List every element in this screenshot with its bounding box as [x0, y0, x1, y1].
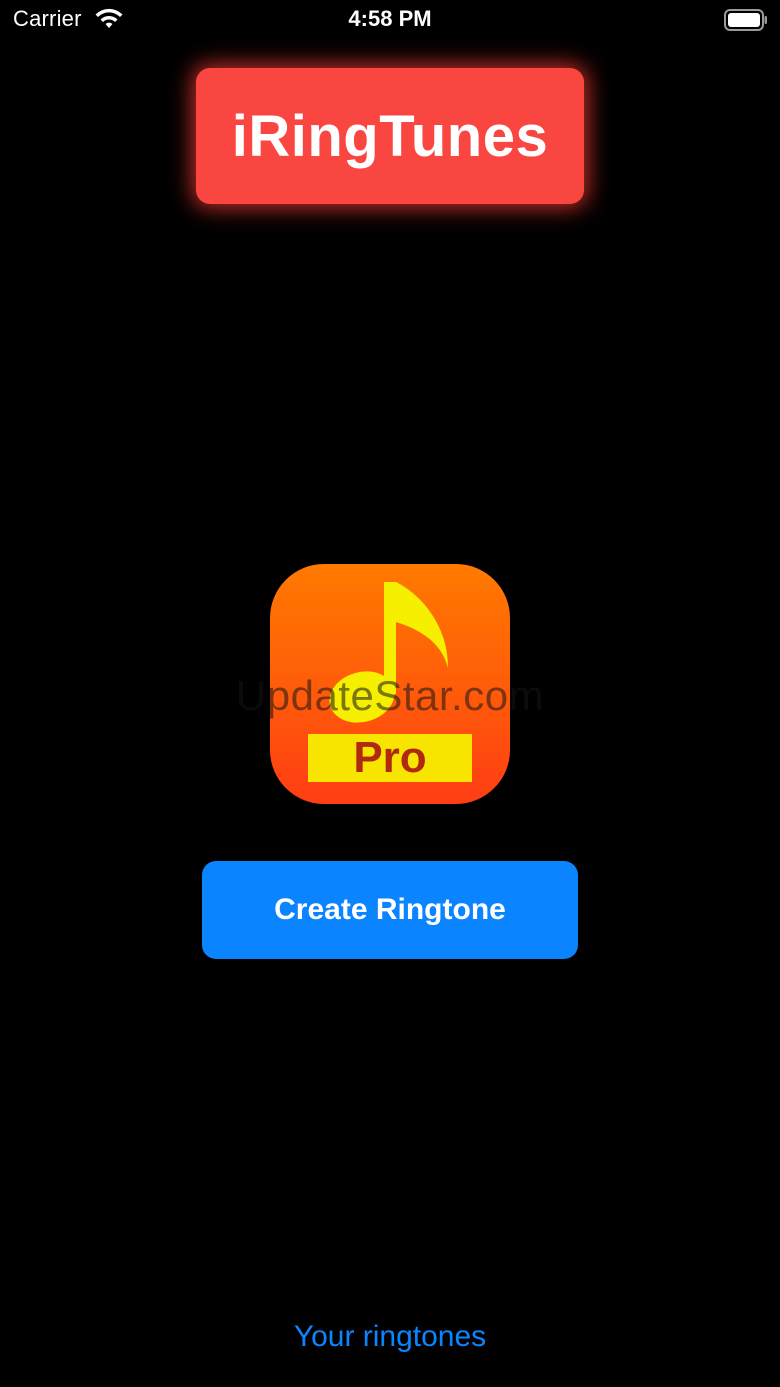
create-ringtone-label: Create Ringtone	[274, 893, 506, 926]
pro-plate: Pro	[308, 734, 472, 782]
battery-full-icon	[724, 9, 767, 31]
app-title-badge: iRingTunes	[196, 68, 584, 204]
app-title: iRingTunes	[231, 103, 549, 169]
status-time: 4:58 PM	[348, 6, 432, 31]
status-bar: Carrier 4:58 PM	[0, 0, 780, 40]
pro-label: Pro	[353, 733, 427, 782]
watermark: UpdateStar.com	[235, 672, 545, 719]
your-ringtones-link[interactable]: Your ringtones	[0, 1320, 780, 1354]
create-ringtone-button[interactable]: Create Ringtone	[202, 861, 578, 959]
